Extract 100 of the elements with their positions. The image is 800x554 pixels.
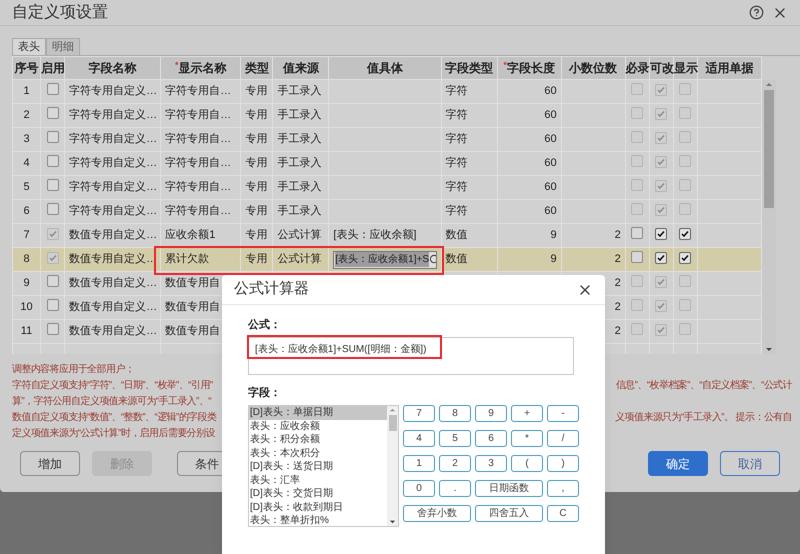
scrollbar[interactable]: [762, 80, 776, 354]
table-cell: [表头：应收余额]: [333, 229, 416, 242]
table-cell: 字符: [446, 133, 468, 146]
checkmark-icon: [657, 110, 666, 118]
calculator-key[interactable]: 6: [475, 430, 507, 447]
table-cell: 4: [23, 157, 30, 170]
calculator-key[interactable]: 9: [475, 405, 507, 422]
dialog-button[interactable]: 增加: [20, 451, 80, 476]
table-cell: 公式计算: [277, 229, 322, 242]
table-cell: 手工录入: [277, 85, 322, 98]
calculator-key[interactable]: 5: [439, 430, 471, 447]
table-cell: 8: [23, 253, 30, 266]
checkbox[interactable]: [46, 202, 59, 215]
selected-text: [表头：应收余额1]+S: [335, 252, 430, 267]
table-cell: 手工录入: [277, 157, 322, 170]
table-cell: 数值专用自定义…: [69, 301, 158, 314]
calculator-key[interactable]: C: [547, 505, 579, 522]
checkbox[interactable]: [46, 82, 59, 95]
table-cell: 数值: [446, 229, 468, 242]
checkbox[interactable]: [655, 228, 668, 240]
calculator-key[interactable]: ): [547, 455, 579, 472]
checkmark-icon: [657, 254, 666, 262]
tab[interactable]: 明细: [46, 38, 80, 55]
checkbox[interactable]: [46, 130, 59, 143]
checkbox[interactable]: [46, 298, 59, 311]
table-cell: 数值专用自: [165, 325, 220, 338]
formula-field[interactable]: [表头：应收余额1]+SUM([明细：金额]): [248, 336, 574, 374]
calculator-key[interactable]: 0: [403, 480, 435, 497]
calculator-key[interactable]: 7: [403, 405, 435, 422]
table-cell: 专用: [245, 85, 268, 98]
list-item[interactable]: [D]表头：交货日期: [249, 487, 387, 500]
table-cell: 字符专用自定义…: [69, 85, 158, 98]
list-item[interactable]: 表头：应收余额: [249, 420, 387, 433]
calculator-key[interactable]: 日期函数: [475, 480, 543, 497]
field-list[interactable]: [D]表头：单据日期 表头：应收余额 表头：积分余额 表头：本次积分 [D]表头：送货日期 表头：汇率 [D]表头：交货日期 [D]表头：收款到期日 表头：整单折扣%: [248, 405, 399, 527]
table-cell: 专用: [245, 181, 268, 194]
checkbox[interactable]: [46, 322, 59, 335]
table-cell: 字符: [446, 205, 468, 218]
table-cell: 字符专用自…: [165, 157, 232, 170]
checkmark-icon: [48, 254, 57, 262]
table-cell: 5: [23, 181, 30, 194]
dialog-button[interactable]: 取消: [720, 451, 780, 476]
table-cell: 3: [23, 133, 30, 146]
calculator-key[interactable]: ,: [547, 480, 579, 497]
note-text: 义项值来源只为“手工录入”。 提示：公有自: [615, 410, 792, 425]
calculator-key[interactable]: +: [511, 405, 543, 422]
scrollbar-thumb[interactable]: [764, 90, 774, 208]
list-item[interactable]: [D]表头：收款到期日: [249, 500, 387, 514]
table-cell: 字符专用自…: [165, 109, 232, 122]
checkbox[interactable]: [679, 252, 692, 264]
calculator-key[interactable]: 8: [439, 405, 471, 422]
calculator-key[interactable]: 1: [403, 455, 435, 472]
value-input[interactable]: [表头：应收余额1]+S: [333, 250, 437, 268]
checkbox[interactable]: [679, 228, 692, 240]
scrollbar[interactable]: [387, 406, 398, 526]
calculator-key[interactable]: 舍弃小数: [403, 505, 471, 522]
checkbox[interactable]: [631, 250, 644, 263]
checkbox[interactable]: [46, 106, 59, 119]
checkmark-icon: [657, 278, 666, 286]
checkbox[interactable]: [46, 274, 59, 287]
note-text: 调整内容将应用于全部用户；: [12, 362, 134, 377]
table-cell: 字符专用自…: [165, 181, 232, 194]
calculator-key[interactable]: 4: [403, 430, 435, 447]
checkbox[interactable]: [631, 226, 644, 239]
table-cell: 数值专用自定义…: [69, 277, 158, 290]
list-item[interactable]: [D]表头：送货日期: [249, 460, 387, 474]
list-item[interactable]: 表头：整单折扣%: [249, 514, 387, 526]
list-item[interactable]: 表头：积分余额: [249, 433, 387, 446]
calculator-key[interactable]: 2: [439, 455, 471, 472]
help-icon[interactable]: [749, 5, 764, 20]
calculator-key[interactable]: *: [511, 430, 543, 447]
list-item[interactable]: [D]表头：单据日期: [249, 406, 387, 420]
calculator-key[interactable]: 3: [475, 455, 507, 472]
table-cell: 数值专用自定义…: [69, 229, 158, 242]
checkbox[interactable]: [46, 178, 59, 191]
table-cell: 2: [614, 253, 621, 266]
checkbox[interactable]: [46, 154, 59, 167]
list-item[interactable]: 表头：本次积分: [249, 446, 387, 460]
note-text: 字符自定义项支持“字符”、“日期”、“枚举”、“引用”: [12, 378, 212, 393]
calculator-key[interactable]: /: [547, 430, 579, 447]
calculator-key[interactable]: .: [439, 480, 471, 497]
table-cell: 数值专用自: [165, 277, 220, 290]
table-cell: 字符专用自定义…: [69, 133, 158, 146]
table-cell: 数值: [446, 253, 468, 266]
table-cell: 字符专用自定义…: [69, 205, 158, 218]
calculator-key[interactable]: (: [511, 455, 543, 472]
table-cell: 数值专用自: [165, 301, 220, 314]
checkmark-icon: [657, 302, 666, 310]
column-header: 字段名称: [64, 56, 161, 80]
tab[interactable]: 表头: [12, 38, 46, 55]
list-item[interactable]: 表头：汇率: [249, 474, 387, 487]
scrollbar-thumb[interactable]: [388, 415, 396, 431]
calculator-key[interactable]: -: [547, 405, 579, 422]
checkmark-icon: [657, 230, 666, 238]
table-cell: 11: [20, 325, 32, 338]
dialog-button[interactable]: 确定: [648, 451, 708, 476]
table-cell: 字符专用自定义…: [69, 157, 158, 170]
column-header: 序号: [12, 56, 41, 80]
calculator-key[interactable]: 四舍五入: [475, 505, 543, 522]
checkbox[interactable]: [655, 252, 668, 264]
